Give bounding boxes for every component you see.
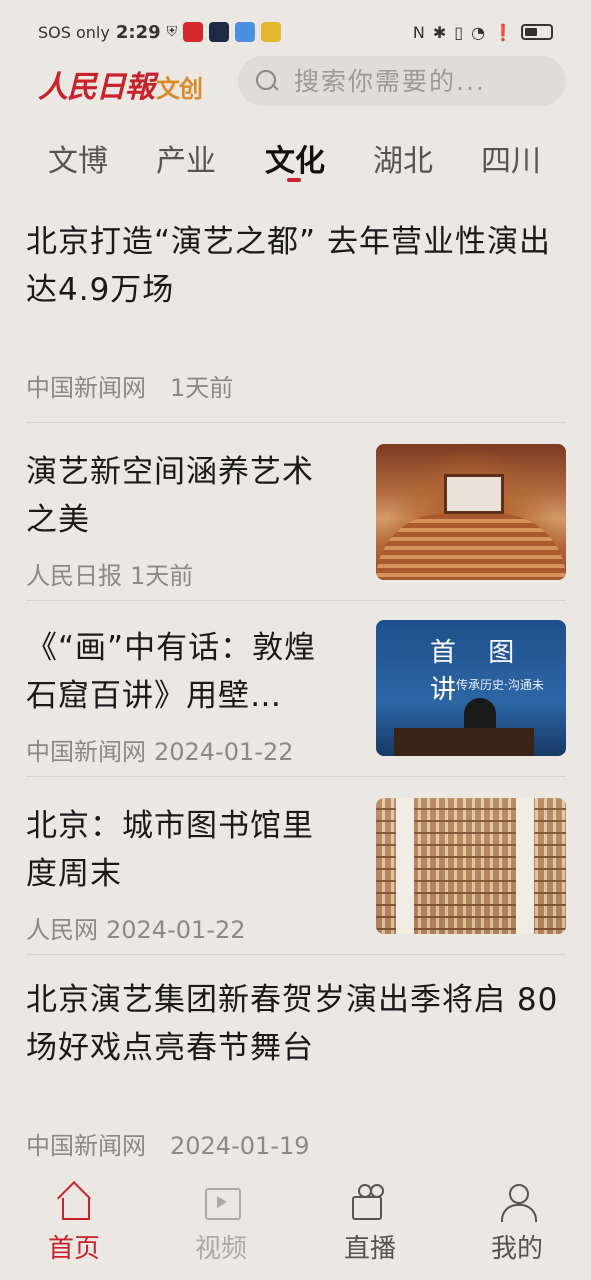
search-bar[interactable] — [238, 56, 566, 106]
user-icon — [497, 1182, 537, 1222]
divider — [26, 422, 566, 423]
article-time: 2024-01-19 — [170, 1132, 310, 1160]
nav-live[interactable]: 直播 — [320, 1182, 420, 1265]
nfc-icon: N — [412, 22, 425, 42]
tab-hubei[interactable]: 湖北 — [373, 136, 433, 180]
vibrate-icon: ▯ — [454, 22, 464, 42]
tab-wenbo[interactable]: 文博 — [48, 136, 108, 180]
app-icon — [235, 22, 256, 42]
nav-video[interactable]: 视频 — [171, 1182, 271, 1265]
category-tabs: 文博 产业 文化 湖北 四川 — [0, 132, 591, 192]
app-icon — [261, 22, 282, 42]
search-input[interactable] — [294, 66, 554, 96]
article-thumbnail — [376, 798, 566, 934]
active-tab-indicator — [287, 178, 301, 182]
video-icon — [201, 1182, 241, 1222]
search-icon — [254, 68, 280, 94]
article-meta: 人民网 2024-01-22 — [26, 910, 245, 945]
article-title: 北京打造“演艺之都” 去年营业性演出达4.9万场 — [26, 224, 551, 308]
nav-home[interactable]: 首页 — [24, 1182, 124, 1265]
article-meta: 人民日报 1天前 — [26, 556, 193, 591]
divider — [26, 776, 566, 777]
nav-me[interactable]: 我的 — [467, 1182, 567, 1265]
bottom-nav: 首页 视频 直播 我的 — [0, 1172, 591, 1280]
article-time: 1天前 — [170, 374, 234, 402]
list-item[interactable]: 《“画”中有话：敦煌石窟百讲》用壁… 中国新闻网 2024-01-22 首 图 讲… — [26, 620, 566, 766]
app-logo[interactable]: 人民日報文创 — [38, 62, 203, 106]
list-item[interactable]: 北京打造“演艺之都” 去年营业性演出达4.9万场 中国新闻网 1天前 — [26, 218, 566, 408]
logo-main: 人民日報 — [38, 70, 155, 105]
article-source: 人民日报 — [26, 562, 122, 590]
divider — [26, 600, 566, 601]
article-thumbnail: 首 图 讲 传承历史·沟通未 — [376, 620, 566, 756]
article-title: 演艺新空间涵养艺术之美 — [26, 454, 314, 538]
wifi-icon: ◔ — [471, 22, 486, 42]
article-time: 1天前 — [130, 562, 194, 590]
article-time: 2024-01-22 — [154, 738, 294, 766]
app-icon — [183, 22, 204, 42]
logo-sub: 文创 — [156, 74, 203, 103]
camera-icon — [350, 1182, 390, 1222]
app-icon — [209, 22, 230, 42]
article-title: 北京演艺集团新春贺岁演出季将启 80场好戏点亮春节舞台 — [26, 982, 559, 1066]
alert-icon: ❗ — [493, 22, 513, 42]
article-meta: 中国新闻网 1天前 — [26, 368, 233, 403]
clock: 2:29 — [115, 21, 161, 43]
tab-wenhua[interactable]: 文化 — [265, 136, 325, 180]
article-source: 中国新闻网 — [26, 738, 146, 766]
bluetooth-icon: ✱ — [432, 22, 447, 42]
tab-sichuan[interactable]: 四川 — [481, 136, 541, 180]
nav-label: 首页 — [47, 1234, 100, 1264]
article-source: 人民网 — [26, 916, 98, 944]
home-icon — [54, 1182, 94, 1222]
article-source: 中国新闻网 — [26, 1132, 146, 1160]
thumbnail-text: 首 图 讲 — [430, 638, 527, 705]
article-source: 中国新闻网 — [26, 374, 146, 402]
thumbnail-text: 传承历史·沟通未 — [456, 678, 544, 692]
article-time: 2024-01-22 — [106, 916, 246, 944]
header: 人民日報文创 — [0, 56, 591, 112]
article-title: 北京：城市图书馆里度周末 — [26, 808, 314, 892]
article-meta: 中国新闻网 2024-01-19 — [26, 1126, 309, 1161]
status-bar: SOS only 2:29 ⛨ N ✱ ▯ ◔ ❗ — [0, 0, 591, 64]
list-item[interactable]: 北京演艺集团新春贺岁演出季将启 80场好戏点亮春节舞台 中国新闻网 2024-01… — [26, 976, 566, 1166]
tab-chanye[interactable]: 产业 — [156, 136, 216, 180]
article-thumbnail — [376, 444, 566, 580]
nav-label: 视频 — [194, 1234, 247, 1264]
list-item[interactable]: 演艺新空间涵养艺术之美 人民日报 1天前 — [26, 444, 566, 590]
list-item[interactable]: 北京：城市图书馆里度周末 人民网 2024-01-22 — [26, 798, 566, 944]
carrier-text: SOS only — [38, 22, 110, 42]
shield-icon: ⛨ — [166, 24, 178, 40]
article-title: 《“画”中有话：敦煌石窟百讲》用壁… — [26, 630, 317, 714]
nav-label: 直播 — [343, 1234, 396, 1264]
battery-icon — [521, 24, 553, 40]
nav-label: 我的 — [490, 1234, 543, 1264]
article-meta: 中国新闻网 2024-01-22 — [26, 732, 293, 767]
divider — [26, 954, 566, 955]
